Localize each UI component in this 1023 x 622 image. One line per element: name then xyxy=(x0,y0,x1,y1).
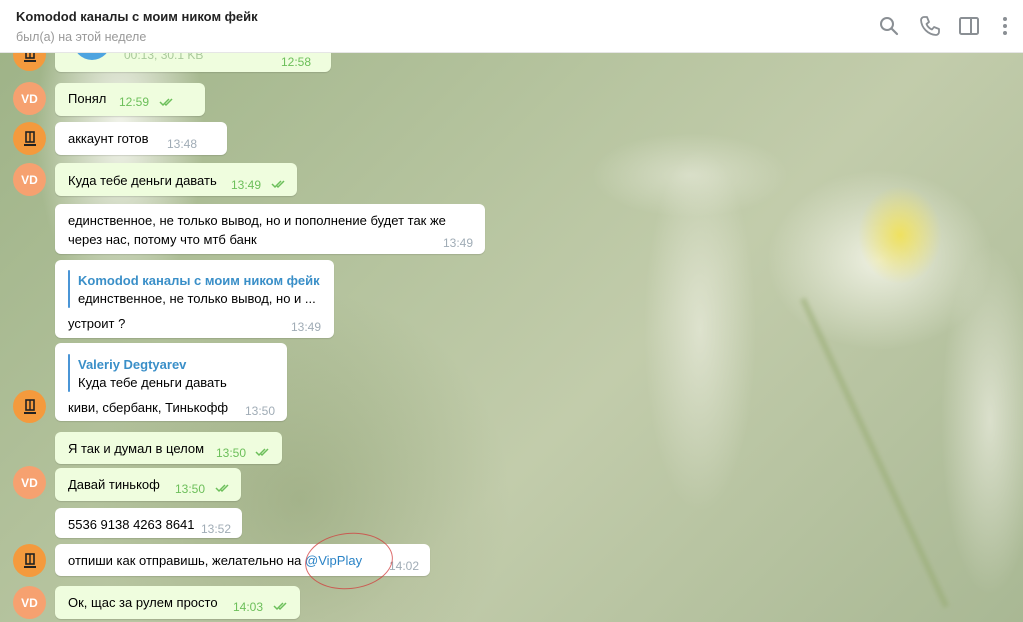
avatar[interactable]: VD xyxy=(13,163,46,196)
chat-title[interactable]: Komodod каналы с моим ником фейк xyxy=(16,9,258,24)
message-bubble-reply[interactable]: Valeriy Degtyarev Куда тебе деньги дават… xyxy=(55,343,287,421)
message-time: 12:58 xyxy=(281,55,312,69)
double-check-icon xyxy=(273,602,287,611)
message-time: 14:02 xyxy=(389,559,420,573)
message-text: устроит ? xyxy=(68,316,126,331)
message-bubble[interactable]: 5536 9138 4263 8641 13:52 xyxy=(55,508,242,538)
more-icon[interactable] xyxy=(993,14,1017,38)
message-text: киви, сбербанк, Тинькофф xyxy=(68,400,229,415)
avatar-initials: VD xyxy=(21,91,38,106)
message-text-line2: через нас, потому что мтб банк xyxy=(68,232,257,247)
message-time: 13:49 xyxy=(231,178,262,192)
message-time: 13:50 xyxy=(216,446,247,460)
message-text: Ок, щас за рулем просто xyxy=(68,595,218,610)
quote-bar xyxy=(68,354,70,392)
message-bubble-reply[interactable]: Komodod каналы с моим ником фейк единств… xyxy=(55,260,334,338)
avatar[interactable] xyxy=(13,122,46,155)
message-bubble[interactable]: Понял 12:59 xyxy=(55,83,205,116)
message-time: 13:50 xyxy=(175,482,206,496)
double-check-icon xyxy=(255,448,269,457)
quote-bar xyxy=(68,270,70,308)
message-text: Понял xyxy=(68,91,107,106)
message-time: 13:49 xyxy=(443,236,474,250)
chat-header: Komodod каналы с моим ником фейк был(а) … xyxy=(0,0,1023,53)
message-text: аккаунт готов xyxy=(68,131,149,146)
search-icon[interactable] xyxy=(877,14,901,38)
message-time: 12:59 xyxy=(119,95,150,109)
message-text-line1: единственное, не только вывод, но и попо… xyxy=(68,213,446,228)
avatar[interactable]: VD xyxy=(13,586,46,619)
message-text: 5536 9138 4263 8641 xyxy=(68,517,195,532)
message-text: Давай тинькоф xyxy=(68,477,160,492)
avatar-initials: VD xyxy=(21,172,38,187)
message-bubble[interactable]: Куда тебе деньги давать 13:49 xyxy=(55,163,297,196)
double-check-icon xyxy=(215,484,229,493)
message-time: 13:50 xyxy=(245,404,276,418)
sidebar-toggle-icon[interactable] xyxy=(957,14,981,38)
quote-author[interactable]: Valeriy Degtyarev xyxy=(78,357,186,372)
message-bubble[interactable]: Ок, щас за рулем просто 14:03 xyxy=(55,586,300,619)
message-bubble[interactable]: единственное, не только вывод, но и попо… xyxy=(55,204,485,254)
double-check-icon xyxy=(159,98,173,107)
quote-text: единственное, не только вывод, но и ... xyxy=(78,291,316,306)
avatar[interactable] xyxy=(13,544,46,577)
message-bubble[interactable]: аккаунт готов 13:48 xyxy=(55,122,227,155)
message-text: Я так и думал в целом xyxy=(68,441,205,456)
quote-text: Куда тебе деньги давать xyxy=(78,375,227,390)
phone-icon[interactable] xyxy=(918,14,942,38)
chat-status: был(а) на этой неделе xyxy=(16,30,147,44)
message-time: 13:49 xyxy=(291,320,322,334)
avatar[interactable]: VD xyxy=(13,466,46,499)
message-bubble[interactable]: Давай тинькоф 13:50 xyxy=(55,468,241,501)
message-time: 14:03 xyxy=(233,600,264,614)
message-time: 13:48 xyxy=(167,137,198,151)
message-bubble[interactable]: Я так и думал в целом 13:50 xyxy=(55,432,282,464)
double-check-icon xyxy=(271,180,285,189)
avatar[interactable] xyxy=(13,390,46,423)
message-time: 13:52 xyxy=(201,522,232,536)
avatar[interactable]: VD xyxy=(13,82,46,115)
avatar-initials: VD xyxy=(21,595,38,610)
avatar-initials: VD xyxy=(21,475,38,490)
quote-author[interactable]: Komodod каналы с моим ником фейк xyxy=(78,273,320,288)
message-text-body: отпиши как отправишь, желательно на xyxy=(68,553,306,568)
message-text: Куда тебе деньги давать xyxy=(68,173,217,188)
